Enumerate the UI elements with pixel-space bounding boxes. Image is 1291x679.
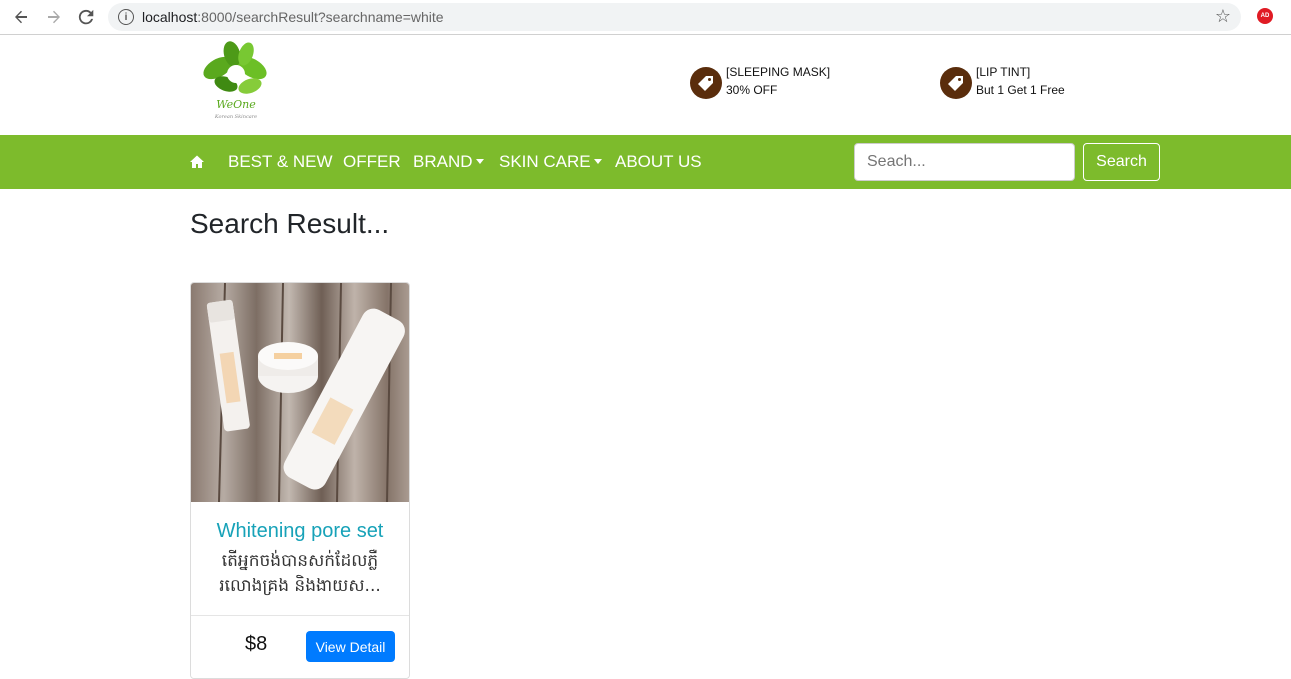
page-title: Search Result... (190, 208, 390, 239)
product-description: តើអ្នកចង់បានសក់ដែលភ្លឺរលោងគ្រង និងងាយស..… (219, 551, 381, 596)
nav-skin-care-label: SKIN CARE (499, 152, 591, 171)
nav-brand-label: BRAND (413, 152, 473, 171)
site-header: WeOne Korean Skincare [SLEEPING MASK] 30… (0, 36, 1291, 135)
nav-skin-care-dropdown[interactable]: SKIN CARE (499, 152, 602, 172)
promo-text: [SLEEPING MASK] 30% OFF (726, 63, 830, 99)
svg-text:WeOne: WeOne (216, 98, 256, 111)
extension-icon[interactable]: AD (1257, 8, 1273, 24)
forward-arrow-icon[interactable] (42, 5, 66, 29)
nav-about-us[interactable]: ABOUT US (615, 152, 702, 172)
product-card-footer: $8 View Detail (191, 615, 409, 678)
caret-down-icon (593, 159, 602, 164)
price-tag-icon (940, 67, 972, 99)
bookmark-star-icon[interactable]: ☆ (1215, 6, 1231, 27)
svg-text:Korean Skincare: Korean Skincare (214, 114, 257, 120)
nav-best-new[interactable]: BEST & NEW (228, 152, 333, 172)
url-path: :8000/searchResult?searchname=white (197, 9, 444, 25)
back-arrow-icon[interactable] (9, 5, 33, 29)
nav-offer[interactable]: OFFER (343, 152, 401, 172)
url-text[interactable]: localhost:8000/searchResult?searchname=w… (142, 9, 444, 25)
price-tag-icon (690, 67, 722, 99)
reload-icon[interactable] (74, 5, 98, 29)
main-navbar: BEST & NEW OFFER BRAND SKIN CARE ABOUT U… (0, 135, 1291, 189)
search-button[interactable]: Search (1083, 143, 1160, 181)
url-host: localhost (142, 9, 198, 25)
product-price: $8 (245, 633, 268, 655)
promo-detail: But 1 Get 1 Free (976, 83, 1065, 97)
promo-title: [LIP TINT] (976, 65, 1031, 79)
promo-sleeping-mask[interactable]: [SLEEPING MASK] 30% OFF (690, 65, 830, 99)
address-bar[interactable]: i localhost:8000/searchResult?searchname… (108, 3, 1241, 31)
info-icon[interactable]: i (118, 9, 134, 25)
extension-label: AD (1260, 13, 1270, 19)
promo-text: [LIP TINT] But 1 Get 1 Free (976, 63, 1065, 99)
product-card: Whitening pore set តើអ្នកចង់បានសក់ដែលភ្ល… (190, 282, 410, 679)
home-icon[interactable] (189, 154, 205, 170)
promo-title: [SLEEPING MASK] (726, 65, 831, 79)
search-input[interactable] (854, 143, 1075, 181)
caret-down-icon (475, 159, 484, 164)
product-title[interactable]: Whitening pore set (191, 520, 409, 543)
browser-toolbar: i localhost:8000/searchResult?searchname… (0, 0, 1291, 35)
nav-brand-dropdown[interactable]: BRAND (413, 152, 484, 172)
product-image[interactable] (191, 283, 409, 503)
view-detail-button[interactable]: View Detail (306, 631, 395, 662)
site-logo[interactable]: WeOne Korean Skincare (196, 40, 276, 122)
promo-lip-tint[interactable]: [LIP TINT] But 1 Get 1 Free (940, 65, 1065, 99)
promo-detail: 30% OFF (726, 83, 778, 97)
